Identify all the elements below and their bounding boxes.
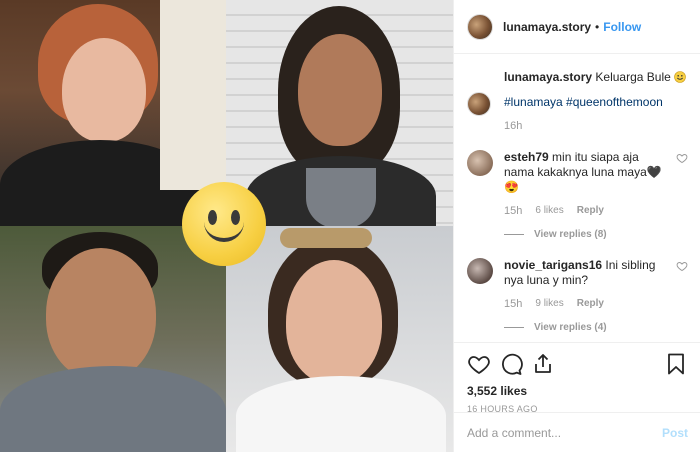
comment-input[interactable] (467, 425, 662, 440)
smiley-emoji-icon (674, 71, 686, 83)
commenter-avatar[interactable] (467, 150, 493, 176)
comment-meta: 15h 6 likes Reply (504, 205, 668, 217)
caption-username[interactable]: lunamaya.story (504, 70, 592, 84)
likes-count[interactable]: 3,552 likes (467, 384, 688, 398)
smiley-face-icon (182, 182, 266, 266)
comment-meta: 15h 9 likes Reply (504, 298, 668, 310)
caption-time: 16h (504, 120, 523, 132)
bookmark-icon[interactable] (664, 352, 688, 376)
caption-avatar[interactable] (467, 92, 491, 116)
comment-item: novie_tarigans16 Ini sibling nya luna y … (467, 258, 688, 333)
username-link[interactable]: lunamaya.story (503, 20, 591, 34)
comment-time: 15h (504, 205, 523, 217)
comment-text: novie_tarigans16 Ini sibling nya luna y … (504, 258, 668, 288)
photo-long-hair-man (226, 0, 453, 226)
reply-button[interactable]: Reply (577, 298, 604, 310)
share-icon[interactable] (531, 352, 555, 376)
commenter-username[interactable]: novie_tarigans16 (504, 258, 602, 272)
caption-text: Keluarga Bule (595, 70, 671, 84)
comment-time: 15h (504, 298, 523, 310)
post-actions: 3,552 likes 16 HOURS AGO (454, 342, 700, 414)
photo-smiling-man (0, 226, 226, 452)
post-header: lunamaya.story • Follow (454, 0, 700, 54)
hashtags-link[interactable]: #lunamaya #queenofthemoon (504, 94, 688, 110)
comment-text: esteh79 min itu siapa aja nama kakaknya … (504, 150, 668, 195)
comment-icon[interactable] (499, 352, 523, 376)
comment-heart-icon[interactable] (676, 260, 688, 272)
comment-item: esteh79 min itu siapa aja nama kakaknya … (467, 150, 688, 240)
follow-button[interactable]: Follow (603, 20, 641, 34)
avatar[interactable] (467, 13, 493, 40)
photo-older-woman (0, 0, 226, 226)
view-replies-button[interactable]: View replies (8) (504, 229, 668, 240)
comments-section: lunamaya.story Keluarga Bule #lunamaya #… (454, 54, 700, 342)
reply-button[interactable]: Reply (577, 205, 604, 217)
comment-heart-icon[interactable] (676, 152, 688, 164)
view-replies-label: View replies (4) (534, 322, 607, 333)
separator-dot: • (595, 19, 600, 34)
comment-likes[interactable]: 9 likes (535, 298, 563, 310)
commenter-avatar[interactable] (467, 258, 493, 284)
view-replies-label: View replies (8) (534, 229, 607, 240)
commenter-username[interactable]: esteh79 (504, 150, 549, 164)
photo-smiling-woman (226, 226, 453, 452)
heart-icon[interactable] (467, 352, 491, 376)
caption: lunamaya.story Keluarga Bule (504, 69, 688, 85)
view-replies-button[interactable]: View replies (4) (504, 322, 668, 333)
post-panel: lunamaya.story • Follow lunamaya.story K… (453, 0, 700, 452)
post-image[interactable] (0, 0, 453, 452)
comment-likes[interactable]: 6 likes (535, 205, 563, 217)
add-comment-bar: Post (454, 412, 700, 452)
post-comment-button[interactable]: Post (662, 426, 688, 440)
